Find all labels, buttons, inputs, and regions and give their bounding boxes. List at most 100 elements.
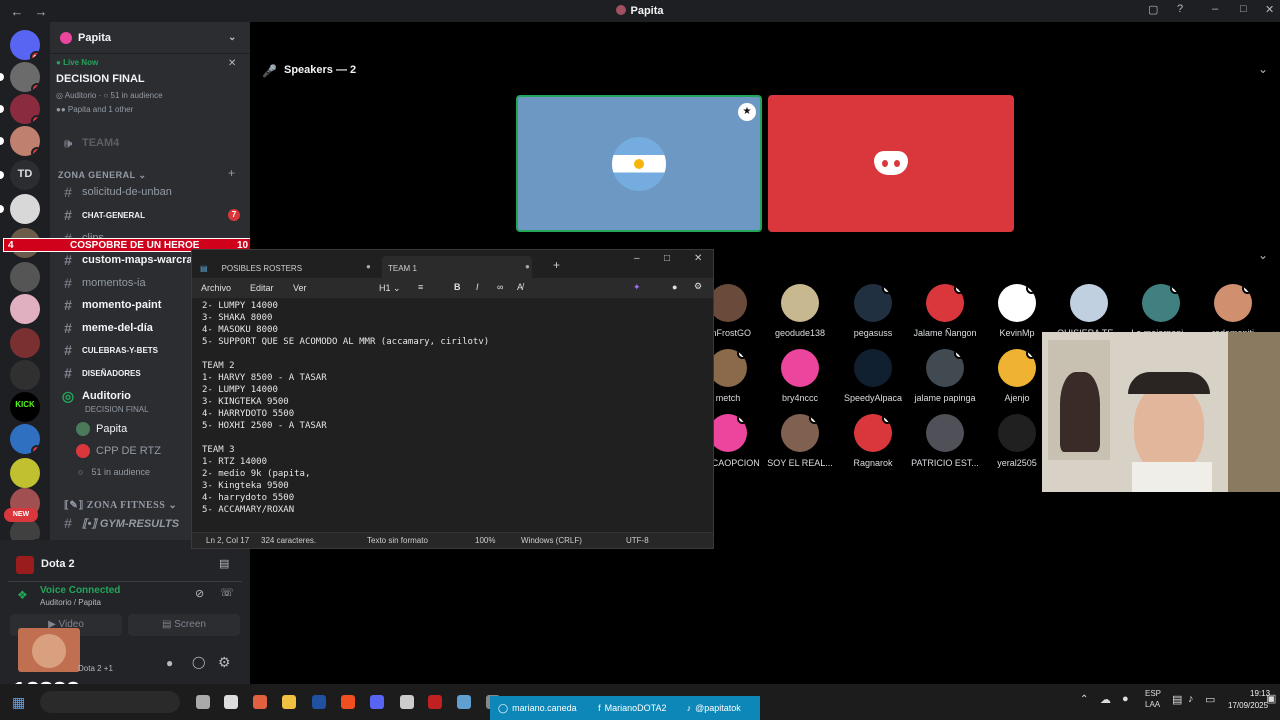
menu-editar[interactable]: Editar bbox=[250, 283, 274, 293]
chevron-down-icon[interactable]: ⌄ bbox=[228, 32, 236, 43]
guild-header[interactable]: Papita ⌄ bbox=[50, 22, 250, 54]
task-view-icon[interactable] bbox=[196, 695, 210, 709]
notifications-icon[interactable]: ▣ bbox=[1266, 692, 1276, 705]
activity-card[interactable]: Dota 2 ▤ bbox=[8, 548, 242, 582]
clock-date[interactable]: 17/09/2025 bbox=[1228, 701, 1268, 710]
server-icon[interactable]: 1 bbox=[10, 126, 40, 156]
server-icon[interactable] bbox=[10, 458, 40, 488]
stream-icon[interactable]: ▤ bbox=[219, 557, 229, 570]
audience-avatar[interactable] bbox=[854, 349, 892, 387]
audience-avatar[interactable] bbox=[926, 414, 964, 452]
headphones-icon[interactable]: ◯ bbox=[192, 655, 205, 669]
snip-icon[interactable] bbox=[253, 695, 267, 709]
audience-avatar[interactable] bbox=[709, 414, 747, 452]
new-badge[interactable]: NEW bbox=[4, 508, 38, 522]
server-icon[interactable]: TD bbox=[10, 160, 40, 190]
audience-avatar[interactable] bbox=[1070, 284, 1108, 322]
server-icon[interactable] bbox=[10, 194, 40, 224]
add-channel-icon[interactable]: + bbox=[228, 166, 235, 180]
menu-archivo[interactable]: Archivo bbox=[201, 283, 231, 293]
disconnect-icon[interactable]: ☏ bbox=[220, 586, 234, 599]
back-arrow-icon[interactable]: ← bbox=[10, 4, 24, 19]
windows-start-icon[interactable]: ▦ bbox=[12, 694, 25, 711]
voice-status[interactable]: Voice Connected bbox=[40, 585, 120, 596]
channel-item[interactable]: # solicitud-de-unban bbox=[58, 181, 242, 203]
audience-avatar[interactable] bbox=[926, 349, 964, 387]
list-icon[interactable]: ≡ bbox=[418, 282, 423, 292]
obs-icon[interactable] bbox=[400, 695, 414, 709]
heading-dropdown[interactable]: H1 ⌄ bbox=[379, 283, 401, 294]
audience-avatar[interactable] bbox=[998, 349, 1036, 387]
voice-channel[interactable]: Auditorio / Papita bbox=[40, 598, 101, 607]
server-icon[interactable]: 1 bbox=[10, 94, 40, 124]
settings-gear-icon[interactable]: ⚙ bbox=[694, 281, 702, 292]
notepad-tab-rosters[interactable]: ▤ POSIBLES ROSTERS bbox=[200, 256, 370, 280]
help-icon[interactable]: ? bbox=[1177, 3, 1183, 15]
audience-avatar[interactable] bbox=[781, 414, 819, 452]
dota-icon[interactable] bbox=[428, 695, 442, 709]
language-indicator[interactable]: ESP bbox=[1145, 689, 1161, 698]
microphone-icon[interactable]: ● bbox=[166, 656, 173, 670]
server-icon[interactable]: 2 bbox=[10, 424, 40, 454]
volume-icon[interactable]: ♪ bbox=[1188, 693, 1194, 705]
dismiss-icon[interactable]: ✕ bbox=[228, 58, 236, 69]
maximize-icon[interactable]: □ bbox=[1240, 3, 1247, 15]
italic-icon[interactable]: I bbox=[476, 282, 479, 292]
audience-avatar[interactable] bbox=[1142, 284, 1180, 322]
new-tab-icon[interactable]: + bbox=[553, 258, 560, 272]
audience-avatar[interactable] bbox=[998, 284, 1036, 322]
battery-icon[interactable]: ▭ bbox=[1205, 693, 1215, 706]
microphone-icon[interactable]: ● bbox=[1122, 693, 1129, 705]
audience-avatar[interactable] bbox=[998, 414, 1036, 452]
user-avatar[interactable] bbox=[18, 628, 80, 672]
live-event-card[interactable]: ● Live Now DECISION FINAL ◎ Auditorio · … bbox=[56, 58, 244, 124]
audience-avatar[interactable] bbox=[1214, 284, 1252, 322]
speaker-tile-papita[interactable]: ★ bbox=[516, 95, 762, 232]
server-icon[interactable] bbox=[10, 360, 40, 390]
brave-icon[interactable] bbox=[341, 695, 355, 709]
copilot-icon[interactable]: ✦ bbox=[633, 282, 641, 293]
forward-arrow-icon[interactable]: → bbox=[34, 4, 48, 19]
link-icon[interactable]: ∞ bbox=[497, 282, 503, 292]
audience-avatar[interactable] bbox=[781, 284, 819, 322]
discord-icon[interactable] bbox=[370, 695, 384, 709]
server-icon[interactable]: 48 bbox=[10, 30, 40, 60]
server-icon[interactable]: KICK bbox=[10, 392, 40, 422]
audience-avatar[interactable] bbox=[709, 284, 747, 322]
notepad-editor[interactable]: 2- LUMPY 14000 3- SHAKA 8000 4- MASOKU 8… bbox=[202, 300, 707, 532]
close-icon[interactable]: ✕ bbox=[694, 253, 702, 264]
audience-avatar[interactable] bbox=[709, 349, 747, 387]
cloud-icon[interactable]: ☁ bbox=[1100, 693, 1111, 706]
file-icon[interactable] bbox=[224, 695, 238, 709]
notepad-tab-team1[interactable]: TEAM 1 bbox=[382, 256, 532, 280]
audience-avatar[interactable] bbox=[854, 284, 892, 322]
server-icon[interactable] bbox=[10, 262, 40, 292]
server-icon[interactable] bbox=[10, 328, 40, 358]
channel-team4[interactable]: 🕪 TEAM4 bbox=[58, 132, 242, 154]
search-box[interactable] bbox=[40, 691, 180, 713]
clear-format-icon[interactable]: A̸ bbox=[517, 282, 523, 292]
category-zona-fitness[interactable]: ⟦✎⟧ ZONA FITNESS ⌄ bbox=[64, 500, 177, 511]
notepad-icon[interactable] bbox=[457, 695, 471, 709]
inbox-icon[interactable]: ▢ bbox=[1148, 3, 1158, 16]
folder-icon[interactable] bbox=[282, 695, 296, 709]
server-icon[interactable] bbox=[10, 294, 40, 324]
screen-button[interactable]: ▤ Screen bbox=[128, 614, 240, 636]
audience-avatar[interactable] bbox=[781, 349, 819, 387]
noise-suppression-icon[interactable]: ⊘ bbox=[195, 587, 204, 600]
minimize-icon[interactable]: – bbox=[634, 253, 640, 264]
settings-gear-icon[interactable]: ⚙ bbox=[218, 654, 231, 671]
speaker-tile-cpp[interactable] bbox=[768, 95, 1014, 232]
maximize-icon[interactable]: □ bbox=[664, 253, 670, 264]
category-zona-general[interactable]: ZONA GENERAL ⌄ bbox=[58, 170, 147, 181]
network-icon[interactable]: ▤ bbox=[1172, 693, 1182, 706]
account-icon[interactable]: ● bbox=[672, 282, 677, 292]
keyboard-layout[interactable]: LAA bbox=[1145, 700, 1160, 709]
show-hidden-icons[interactable]: ⌃ bbox=[1080, 694, 1088, 705]
menu-ver[interactable]: Ver bbox=[293, 283, 307, 293]
server-icon[interactable]: 6 bbox=[10, 62, 40, 92]
audience-avatar[interactable] bbox=[926, 284, 964, 322]
close-icon[interactable]: ✕ bbox=[1265, 3, 1274, 16]
minimize-icon[interactable]: – bbox=[1212, 3, 1218, 15]
channel-item[interactable]: # CHAT-GENERAL 7 bbox=[58, 204, 242, 226]
